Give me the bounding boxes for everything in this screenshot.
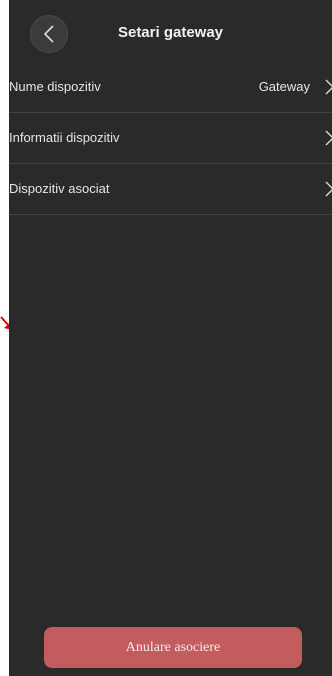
chevron-right-icon [325, 130, 332, 146]
top-bar: Setari gateway [9, 0, 332, 62]
settings-list: Nume dispozitiv Gateway Informatii dispo… [9, 62, 332, 215]
app-screen: Setari gateway Nume dispozitiv Gateway I… [9, 0, 332, 676]
unbind-button[interactable]: Anulare asociere [44, 627, 302, 668]
settings-item-device-info[interactable]: Informatii dispozitiv [9, 113, 332, 164]
screenshot-frame: Setari gateway Nume dispozitiv Gateway I… [0, 0, 332, 676]
chevron-right-icon [325, 79, 332, 95]
settings-item-label: Informatii dispozitiv [9, 130, 120, 145]
settings-item-label: Dispozitiv asociat [9, 181, 110, 196]
page-title: Setari gateway [117, 24, 224, 41]
settings-item-device-name[interactable]: Nume dispozitiv Gateway [9, 62, 332, 113]
settings-item-associated-device[interactable]: Dispozitiv asociat [9, 164, 332, 215]
settings-item-value: Gateway [258, 79, 310, 94]
settings-item-label: Nume dispozitiv [9, 79, 101, 94]
chevron-right-icon [325, 181, 332, 197]
